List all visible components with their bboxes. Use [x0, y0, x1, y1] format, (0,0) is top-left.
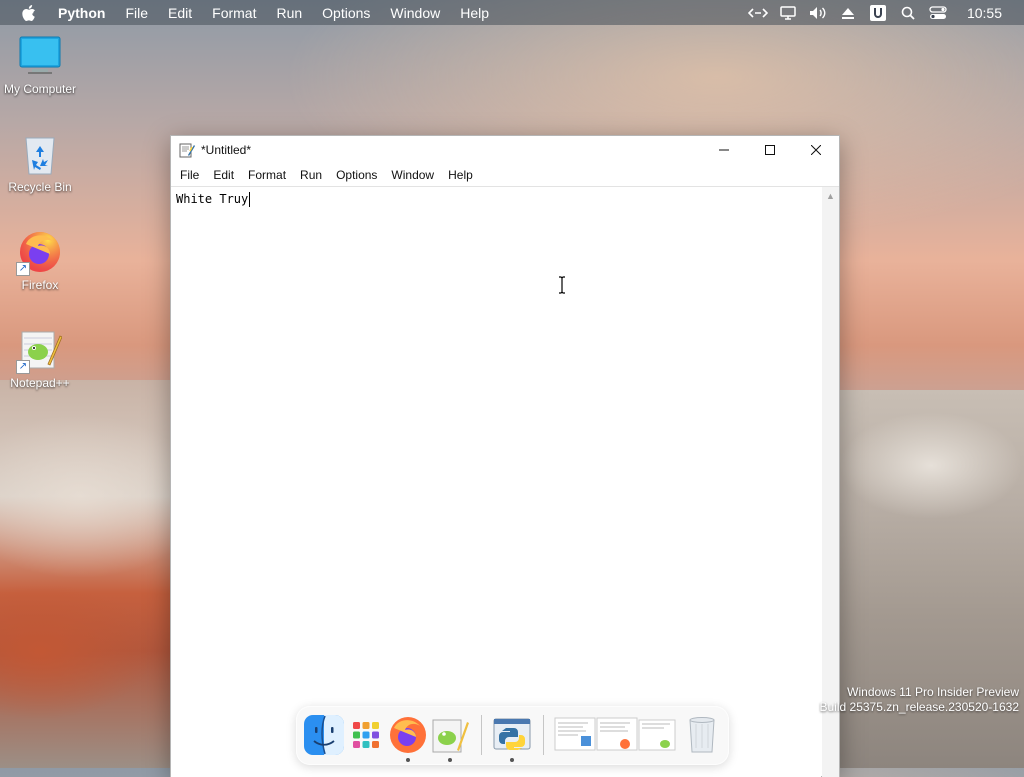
shortcut-arrow-icon: ↗: [16, 262, 30, 276]
search-icon[interactable]: [893, 0, 923, 25]
firefox-icon: ↗: [16, 230, 62, 276]
dock: [296, 706, 729, 765]
window-titlebar[interactable]: *Untitled*: [171, 136, 839, 164]
editor-text-area[interactable]: White Truy: [171, 187, 821, 777]
running-indicator: [448, 758, 452, 762]
menu-help[interactable]: Help: [441, 164, 480, 186]
menubar-format[interactable]: Format: [202, 0, 266, 25]
desktop-icon-notepadpp[interactable]: ↗ Notepad++: [0, 328, 80, 390]
dock-separator: [543, 715, 544, 755]
text-caret: [249, 192, 251, 207]
shortcut-arrow-icon: ↗: [16, 360, 30, 374]
maximize-button[interactable]: [747, 136, 793, 164]
code-brackets-icon[interactable]: [743, 0, 773, 25]
menubar-window[interactable]: Window: [380, 0, 450, 25]
firefox-icon[interactable]: [387, 714, 429, 762]
notepadpp-icon[interactable]: [429, 714, 471, 762]
menubar-app-name[interactable]: Python: [56, 0, 115, 25]
display-icon[interactable]: [773, 0, 803, 25]
menu-options[interactable]: Options: [329, 164, 384, 186]
launchpad-icon[interactable]: [345, 714, 387, 756]
desktop-icon-label: My Computer: [3, 82, 77, 96]
menubar-help[interactable]: Help: [450, 0, 499, 25]
window-menu-bar: File Edit Format Run Options Window Help: [171, 164, 839, 187]
control-center-icon[interactable]: [923, 0, 953, 25]
watermark-line-2: Build 25375.zn_release.230520-1632: [819, 700, 1020, 714]
menubar-run[interactable]: Run: [266, 0, 312, 25]
python-idle-icon[interactable]: [491, 714, 533, 762]
menubar-file[interactable]: File: [115, 0, 158, 25]
windows-watermark: Windows 11 Pro Insider Preview Build 253…: [820, 685, 1020, 715]
editor-line-1: White Truy: [176, 192, 249, 206]
u-badge-icon[interactable]: [863, 0, 893, 25]
scroll-up-arrow-icon[interactable]: ▲: [822, 187, 839, 204]
menu-edit[interactable]: Edit: [206, 164, 241, 186]
finder-icon[interactable]: [303, 714, 345, 756]
idle-app-icon: [179, 142, 195, 158]
menu-bar: Python File Edit Format Run Options Wind…: [0, 0, 1024, 25]
menu-file[interactable]: File: [173, 164, 206, 186]
desktop-icon-recycle-bin[interactable]: Recycle Bin: [0, 132, 80, 194]
menu-run[interactable]: Run: [293, 164, 329, 186]
desktop-icon-my-computer[interactable]: My Computer: [0, 34, 80, 96]
idle-editor-window[interactable]: *Untitled* File Edit Format Run Options …: [170, 135, 840, 777]
running-indicator: [510, 758, 514, 762]
trash-icon[interactable]: [681, 714, 723, 756]
desktop-icon-firefox[interactable]: ↗ Firefox: [0, 230, 80, 292]
dock-separator: [481, 715, 482, 755]
menubar-clock[interactable]: 10:55: [953, 5, 1024, 21]
window-preview-icon[interactable]: [553, 714, 677, 756]
apple-icon[interactable]: [18, 0, 40, 25]
monitor-icon: [18, 34, 62, 78]
watermark-line-1: Windows 11 Pro Insider Preview: [847, 685, 1019, 699]
eject-icon[interactable]: [833, 0, 863, 25]
window-title: *Untitled*: [201, 143, 252, 157]
desktop-icon-label: Recycle Bin: [8, 180, 72, 194]
notepadpp-icon: ↗: [16, 328, 63, 374]
recycle-bin-icon: [18, 132, 62, 176]
menu-window[interactable]: Window: [384, 164, 441, 186]
desktop-icon-label: Firefox: [21, 278, 59, 292]
close-button[interactable]: [793, 136, 839, 164]
minimize-button[interactable]: [701, 136, 747, 164]
menu-format[interactable]: Format: [241, 164, 293, 186]
running-indicator: [406, 758, 410, 762]
volume-icon[interactable]: [803, 0, 833, 25]
desktop-icon-label: Notepad++: [10, 376, 70, 390]
menubar-edit[interactable]: Edit: [158, 0, 202, 25]
menubar-options[interactable]: Options: [312, 0, 380, 25]
ibeam-cursor-icon: [557, 276, 567, 294]
